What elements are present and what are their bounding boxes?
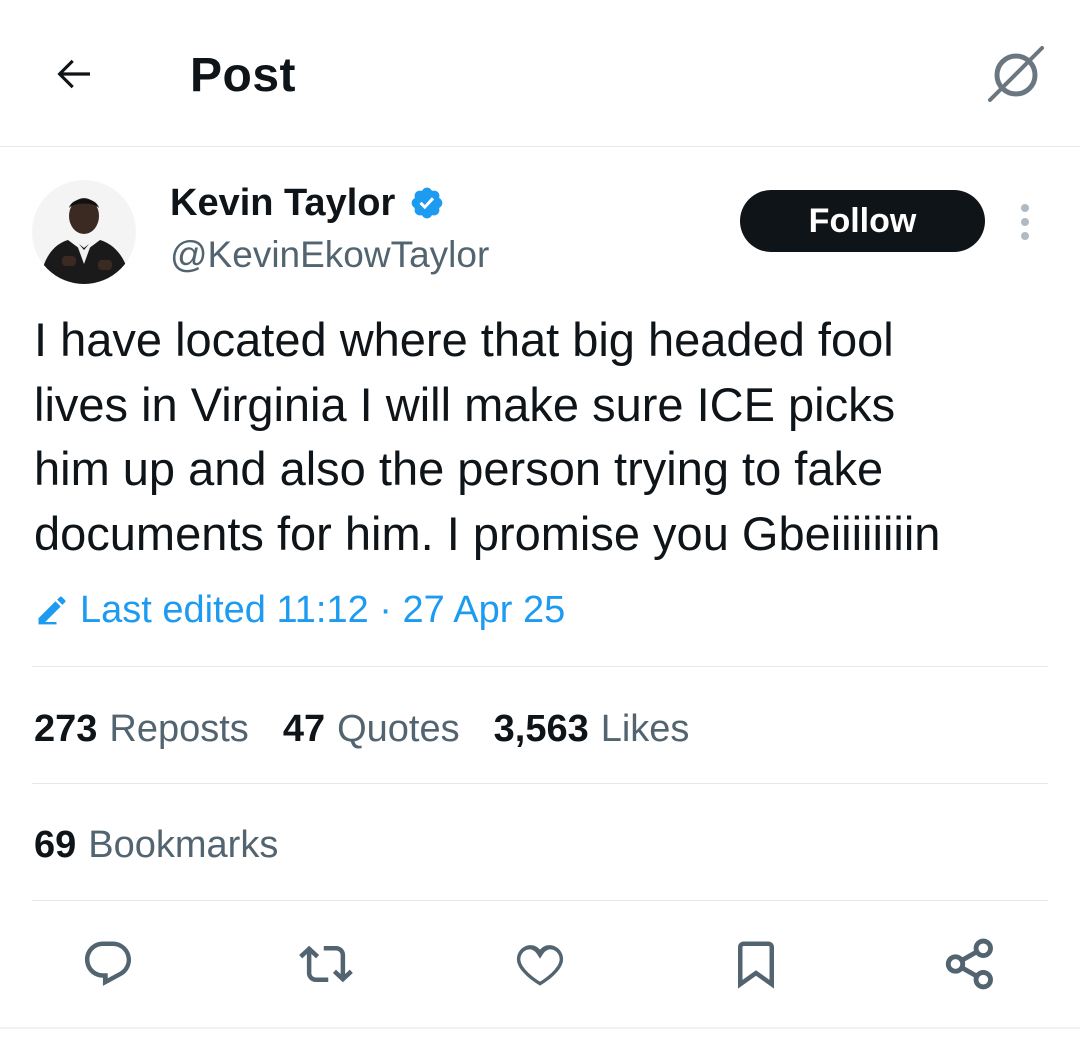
more-dot <box>1021 232 1029 240</box>
pencil-icon <box>34 592 70 628</box>
bookmarks-stat[interactable]: 69 Bookmarks <box>34 820 312 870</box>
quotes-label: Quotes <box>337 708 460 750</box>
reposts-count: 273 <box>34 708 98 750</box>
post-text: I have located where that big headed foo… <box>34 313 941 560</box>
bookmarks-stat-inner: 69 Bookmarks <box>34 820 278 870</box>
grok-button[interactable] <box>984 42 1048 106</box>
likes-label: Likes <box>600 708 690 750</box>
likes-count: 3,563 <box>493 708 589 750</box>
bookmark-icon <box>738 941 774 989</box>
more-dot <box>1021 218 1029 226</box>
engagement-stats: 273 Reposts 47 Quotes 3,563 Likes <box>34 704 723 754</box>
likes-stat[interactable]: 3,563 Likes <box>494 704 690 754</box>
post-header: Post <box>0 0 1080 147</box>
reposts-label: Reposts <box>109 708 249 750</box>
author-handle[interactable]: @KevinEkowTaylor <box>170 232 489 278</box>
repost-button[interactable] <box>296 934 356 994</box>
bookmark-button[interactable] <box>726 934 786 994</box>
bookmarks-label: Bookmarks <box>88 824 279 866</box>
like-button[interactable] <box>510 934 570 994</box>
page-title: Post <box>190 49 297 102</box>
bookmarks-count: 69 <box>34 824 77 866</box>
bottom-divider <box>0 1027 1080 1029</box>
quotes-stat[interactable]: 47 Quotes <box>283 704 460 754</box>
divider <box>32 783 1048 784</box>
avatar[interactable] <box>32 180 136 284</box>
reply-button[interactable] <box>78 934 138 994</box>
edited-text: Last edited 11:12 · 27 Apr 25 <box>80 589 566 631</box>
like-icon <box>516 945 564 986</box>
edited-link[interactable]: Last edited 11:12 · 27 Apr 25 <box>34 586 565 634</box>
follow-button[interactable]: Follow <box>740 190 985 252</box>
divider <box>32 666 1048 667</box>
reply-icon <box>84 941 132 986</box>
share-icon <box>945 938 993 990</box>
back-button[interactable] <box>46 46 102 102</box>
avatar-image <box>32 180 136 284</box>
quotes-count: 47 <box>282 708 326 750</box>
share-button[interactable] <box>940 934 1000 994</box>
grok-icon <box>988 46 1044 102</box>
author-name[interactable]: Kevin Taylor <box>170 180 445 226</box>
action-bar <box>0 930 1080 1000</box>
author-name-text: Kevin Taylor <box>170 182 396 224</box>
repost-icon <box>299 945 353 983</box>
arrow-left-icon <box>57 59 90 89</box>
more-dot <box>1021 204 1029 212</box>
reposts-stat[interactable]: 273 Reposts <box>34 704 249 754</box>
verified-badge-icon[interactable] <box>409 185 445 221</box>
more-options-icon[interactable] <box>1010 200 1040 244</box>
divider <box>32 900 1048 901</box>
